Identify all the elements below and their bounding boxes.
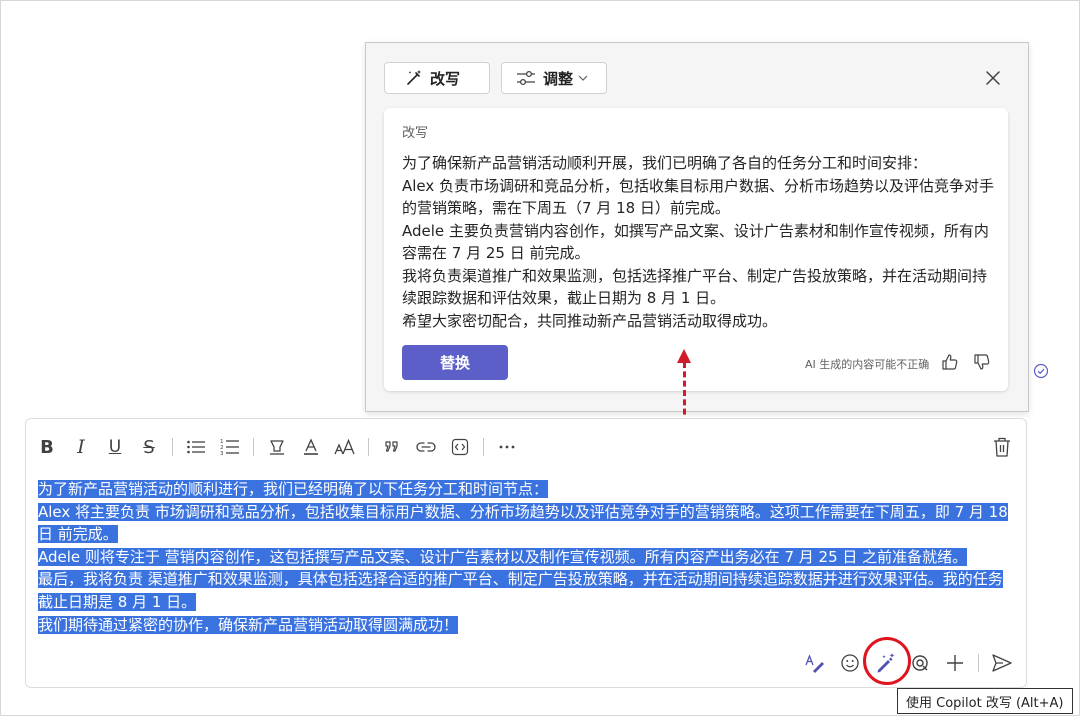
send-icon[interactable] — [990, 651, 1014, 675]
more-icon[interactable] — [496, 433, 518, 461]
add-icon[interactable] — [943, 651, 967, 675]
rewritten-line: 为了确保新产品营销活动顺利开展，我们已明确了各自的任务分工和时间安排： — [402, 154, 928, 172]
original-line: 最后，我将负责 渠道推广和效果监测，具体包括选择合适的推广平台、制定广告投放策略… — [38, 570, 1003, 611]
delete-icon[interactable] — [992, 436, 1012, 458]
underline-icon[interactable]: U — [104, 433, 126, 461]
font-size-icon[interactable] — [334, 433, 356, 461]
quote-icon[interactable] — [381, 433, 403, 461]
toolbar-divider — [172, 438, 173, 456]
highlight-icon[interactable] — [266, 433, 288, 461]
thumbs-down-icon[interactable] — [972, 352, 992, 372]
rewritten-text: 为了确保新产品营销活动顺利开展，我们已明确了各自的任务分工和时间安排： Alex… — [402, 152, 997, 332]
message-text-selected[interactable]: 为了新产品营销活动的顺利进行，我们已经明确了以下任务分工和时间节点： Alex … — [38, 478, 1013, 636]
bold-icon[interactable]: B — [36, 433, 58, 461]
rewritten-line: Alex 负责市场调研和竞品分析，包括收集目标用户数据、分析市场趋势以及评估竞争… — [402, 176, 995, 218]
link-icon[interactable] — [415, 433, 437, 461]
original-line: 我们期待通过紧密的协作，确保新产品营销活动取得圆满成功！ — [38, 615, 459, 634]
replace-button[interactable]: 替换 — [402, 345, 508, 380]
rewritten-line: 希望大家密切配合，共同推动新产品营销活动取得成功。 — [402, 311, 778, 330]
copilot-rewrite-tooltip: 使用 Copilot 改写 (Alt+A) — [897, 688, 1073, 714]
rewrite-tab-button[interactable]: 改写 — [384, 62, 490, 94]
numbered-list-icon[interactable]: 123 — [219, 433, 241, 461]
copilot-rewrite-popup: 改写 调整 改写 为了确保新产品营销活动顺利开展，我们已明确了各自的任务分工和时… — [365, 42, 1029, 412]
annotation-arrow-head — [677, 349, 691, 363]
original-line: Alex 将主要负责 市场调研和竞品分析，包括收集目标用户数据、分析市场趋势以及… — [38, 502, 1008, 544]
bullet-list-icon[interactable] — [185, 433, 207, 461]
strikethrough-icon[interactable]: S — [138, 433, 160, 461]
compose-divider — [978, 654, 979, 672]
magic-pen-icon — [407, 70, 421, 85]
sliders-icon — [517, 70, 535, 86]
svg-text:3: 3 — [220, 451, 224, 456]
sent-check-icon — [1033, 363, 1049, 379]
toolbar-divider — [483, 438, 484, 456]
ai-disclaimer: AI 生成的内容可能不正确 — [805, 358, 930, 371]
adjust-dropdown-button[interactable]: 调整 — [501, 62, 607, 94]
toolbar-divider — [368, 438, 369, 456]
thumbs-up-icon[interactable] — [940, 352, 960, 372]
annotation-highlight-circle — [863, 637, 911, 685]
emoji-icon[interactable] — [838, 651, 862, 675]
italic-icon[interactable]: I — [70, 433, 92, 461]
rewrite-tab-label: 改写 — [430, 69, 461, 88]
rewritten-line: Adele 主要负责营销内容创作，如撰写产品文案、设计广告素材和制作宣传视频，所… — [402, 221, 989, 263]
rewritten-line: 我将负责渠道推广和效果监测，包括选择推广平台、制定广告投放策略，并在活动期间持续… — [402, 266, 988, 308]
close-icon[interactable] — [984, 69, 1002, 87]
loop-icon[interactable] — [908, 651, 932, 675]
original-line: Adele 则将专注于 营销内容创作，这包括撰写产品文案、设计广告素材以及制作宣… — [38, 547, 968, 566]
format-icon[interactable] — [803, 651, 827, 675]
rewrite-result-card: 改写 为了确保新产品营销活动顺利开展，我们已明确了各自的任务分工和时间安排： A… — [384, 108, 1008, 391]
chevron-down-icon — [578, 75, 588, 81]
formatting-toolbar: B I U S 123 — [36, 433, 530, 461]
adjust-label: 调整 — [543, 69, 574, 88]
font-color-icon[interactable] — [300, 433, 322, 461]
code-icon[interactable] — [449, 433, 471, 461]
card-label: 改写 — [402, 126, 429, 141]
toolbar-divider — [253, 438, 254, 456]
original-line: 为了新产品营销活动的顺利进行，我们已经明确了以下任务分工和时间节点： — [38, 480, 549, 498]
